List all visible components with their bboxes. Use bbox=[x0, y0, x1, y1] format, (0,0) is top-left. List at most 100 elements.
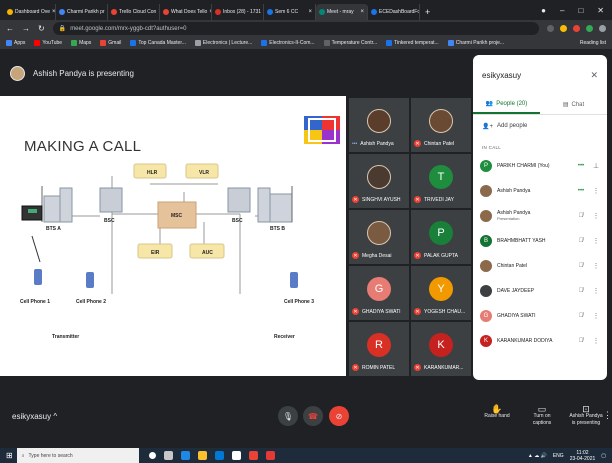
participant-row[interactable]: Chintan Patel 🎙̸ ⋮ bbox=[473, 253, 607, 278]
microphone-button[interactable]: 🎙 bbox=[278, 406, 298, 426]
more-options-icon[interactable]: ⋮ bbox=[592, 287, 600, 295]
back-icon[interactable]: ← bbox=[6, 24, 14, 33]
present-screen-icon: ⊡ bbox=[582, 404, 590, 414]
bookmark-label: Temperature Contr... bbox=[331, 40, 378, 46]
new-tab-button[interactable]: + bbox=[420, 7, 435, 17]
app-icon[interactable] bbox=[265, 451, 275, 460]
chrome-icon[interactable] bbox=[248, 451, 258, 460]
star-icon[interactable] bbox=[560, 25, 567, 32]
file-explorer-icon[interactable] bbox=[197, 451, 207, 460]
profile-icon[interactable]: ● bbox=[541, 6, 546, 15]
reload-icon[interactable]: ↻ bbox=[38, 24, 45, 33]
language-indicator[interactable]: ENG bbox=[553, 453, 564, 459]
participant-row[interactable]: DAVE JAYDEEP 🎙̸ ⋮ bbox=[473, 278, 607, 303]
meeting-details-button[interactable]: esikyxasuy ^ bbox=[12, 412, 57, 421]
bookmark-item[interactable]: Charmi Parikh proje... bbox=[447, 40, 504, 46]
bookmark-item[interactable]: Temperature Contr... bbox=[323, 40, 378, 46]
tab-favicon-icon bbox=[7, 9, 13, 15]
participant-photo bbox=[367, 220, 391, 245]
tab-chat[interactable]: ▤ Chat bbox=[540, 95, 607, 114]
store-icon[interactable] bbox=[214, 451, 224, 460]
raise-hand-button[interactable]: ✋ Raise hand bbox=[483, 405, 511, 420]
add-person-icon: 👤+ bbox=[482, 123, 493, 130]
participant-row[interactable]: Ashish Pandya Presentation 🎙̸ ⋮ bbox=[473, 203, 607, 228]
bookmark-item[interactable]: Maps bbox=[71, 40, 91, 46]
start-windows-icon[interactable]: ⊞ bbox=[6, 451, 13, 460]
more-options-icon[interactable]: ⋮ bbox=[592, 212, 600, 220]
bookmark-item[interactable]: Tinkered temperat... bbox=[386, 40, 439, 46]
more-options-icon[interactable]: ⋮ bbox=[592, 262, 600, 270]
tab-title: What Does Tello bbox=[171, 9, 208, 15]
close-panel-icon[interactable]: ✕ bbox=[590, 70, 598, 81]
more-options-icon[interactable]: ⋮ bbox=[592, 237, 600, 245]
tray-icons[interactable]: ▲ ☁ 🔊 bbox=[528, 453, 547, 459]
browser-tab[interactable]: Meet - mray × bbox=[316, 4, 368, 20]
maximize-button[interactable]: □ bbox=[578, 6, 583, 15]
forward-icon[interactable]: → bbox=[22, 24, 30, 33]
task-view-icon[interactable] bbox=[163, 451, 173, 460]
browser-tab[interactable]: What Does Tello× bbox=[160, 4, 212, 20]
browser-tab[interactable]: Charmi Parikh pr× bbox=[56, 4, 108, 20]
more-options-icon[interactable]: ⋮ bbox=[592, 312, 600, 320]
browser-tab[interactable]: Sem 6 CC × bbox=[264, 4, 316, 20]
bookmark-item[interactable]: Electronics | Lecture... bbox=[194, 40, 252, 46]
participant-tile[interactable]: P ✕ PALAK GUPTA bbox=[411, 210, 471, 264]
leave-call-button[interactable]: ☎ bbox=[303, 406, 323, 426]
notification-icon[interactable]: ▢ bbox=[601, 453, 606, 459]
participant-tile[interactable]: Y ✕ YOGESH CHAU... bbox=[411, 266, 471, 320]
participant-row[interactable]: G GHADIYA SWATI 🎙̸ ⋮ bbox=[473, 303, 607, 328]
participant-tile[interactable]: R ✕ ROMIN PATEL bbox=[349, 322, 409, 376]
participant-row[interactable]: Ashish Pandya ••• ⋮ bbox=[473, 178, 607, 203]
participant-initial-avatar: T bbox=[429, 164, 453, 189]
camera-icon[interactable] bbox=[547, 25, 554, 32]
reading-list[interactable]: Reading list bbox=[580, 40, 606, 46]
close-window-button[interactable]: ✕ bbox=[597, 6, 604, 15]
pin-icon[interactable]: ⊥ bbox=[592, 162, 600, 170]
browser-tab[interactable]: ECEDashBoardFo× bbox=[368, 4, 420, 20]
more-options-icon[interactable]: ⋮ bbox=[592, 187, 600, 195]
participant-tile[interactable]: T ✕ TRIVEDI JAY bbox=[411, 154, 471, 208]
menu-icon[interactable] bbox=[599, 25, 606, 32]
participant-tile[interactable]: K ✕ KARANKUMAR... bbox=[411, 322, 471, 376]
participant-tile[interactable]: ✕ Megha Desai bbox=[349, 210, 409, 264]
captions-button[interactable]: ▭ Turn on captions bbox=[525, 405, 559, 427]
mail-icon[interactable] bbox=[231, 451, 241, 460]
cortana-icon[interactable] bbox=[148, 452, 156, 459]
browser-tab[interactable]: Dashboard Ove × bbox=[4, 4, 56, 20]
participant-tile[interactable]: G ✕ GHADIYA SWATI bbox=[349, 266, 409, 320]
tab-people-label: People (20) bbox=[496, 100, 528, 107]
presentation-info-button[interactable]: ⊡ Ashish Pandya is presenting bbox=[569, 404, 603, 427]
tab-people[interactable]: 👥 People (20) bbox=[473, 95, 540, 114]
hlr-label: HLR bbox=[147, 170, 158, 176]
slide-title: MAKING A CALL bbox=[24, 138, 142, 155]
browser-tab[interactable]: Trello Cloud Con× bbox=[108, 4, 160, 20]
bookmark-item[interactable]: YouTube bbox=[34, 40, 62, 46]
profile-avatar-icon[interactable] bbox=[586, 25, 593, 32]
bts-b-building bbox=[267, 193, 293, 223]
extension-icon[interactable] bbox=[573, 25, 580, 32]
bookmark-item[interactable]: Gmail bbox=[100, 40, 121, 46]
bookmark-item[interactable]: Top Canada Master... bbox=[130, 40, 186, 46]
participant-tile[interactable]: ✕ SINGHVI AYUSH bbox=[349, 154, 409, 208]
more-options-icon[interactable]: ⋮ bbox=[592, 337, 600, 345]
participant-tile[interactable]: ••• Ashish Pandya bbox=[349, 98, 409, 152]
participant-row[interactable]: K KARANKUMAR DODIYA 🎙̸ ⋮ bbox=[473, 328, 607, 353]
bookmark-item[interactable]: Apps bbox=[6, 40, 25, 46]
camera-off-button[interactable]: ⊘ bbox=[329, 406, 349, 426]
url-bar[interactable]: 🔒 meet.google.com/mrx-yggb-cdt?authuser=… bbox=[52, 22, 539, 35]
close-tab-icon[interactable]: × bbox=[360, 9, 364, 15]
clock[interactable]: 11:02 23-04-2021 bbox=[570, 450, 596, 462]
participant-row[interactable]: P PARIKH CHARMI (You) ••• ⊥ bbox=[473, 153, 607, 178]
add-people-button[interactable]: 👤+ Add people bbox=[473, 115, 607, 137]
more-options-icon[interactable]: ⋮ bbox=[603, 410, 612, 421]
edge-icon[interactable] bbox=[180, 451, 190, 460]
participant-initial-avatar: K bbox=[429, 332, 453, 357]
participant-row[interactable]: B BRAHMBHATT YASH 🎙̸ ⋮ bbox=[473, 228, 607, 253]
minimize-button[interactable]: – bbox=[560, 6, 564, 15]
participant-tile[interactable]: ✕ Chintan Patel bbox=[411, 98, 471, 152]
taskbar-search[interactable]: ⌕ Type here to search bbox=[16, 448, 139, 463]
bookmark-item[interactable]: Electronics-II-Com... bbox=[261, 40, 315, 46]
chevron-up-icon: ^ bbox=[53, 412, 58, 421]
browser-tab[interactable]: Inbox (28) - 1731× bbox=[212, 4, 264, 20]
close-tab-icon[interactable]: × bbox=[308, 9, 312, 15]
